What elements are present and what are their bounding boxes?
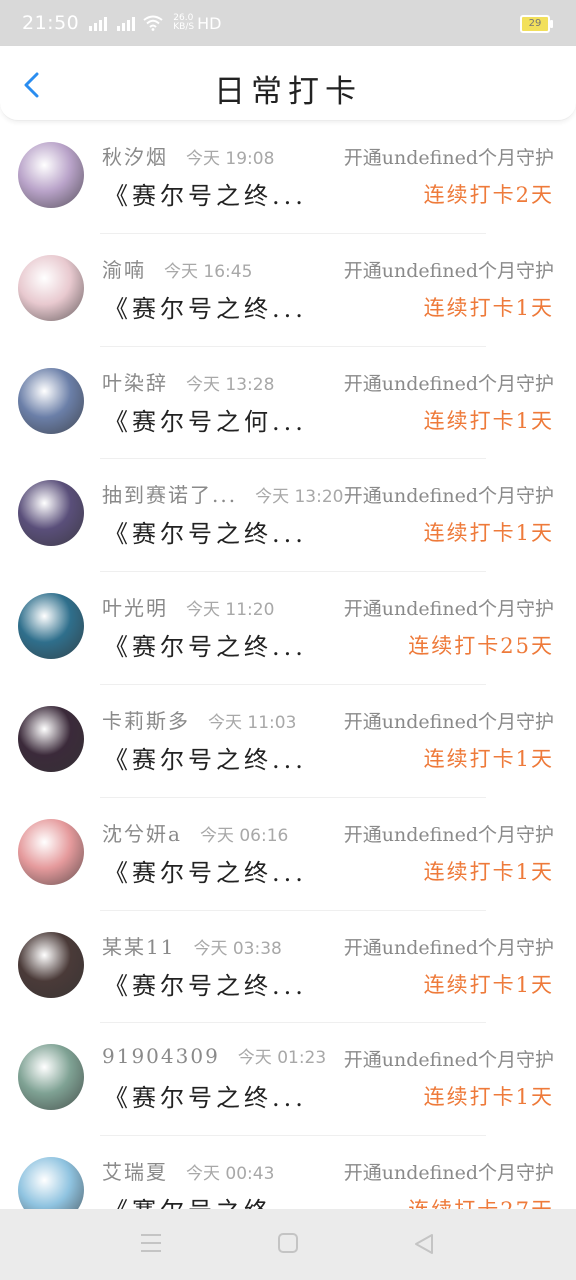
menu-icon[interactable] [140,1233,162,1253]
checkin-time: 今天 19:08 [186,149,275,169]
status-time: 21:50 [22,12,80,34]
streak-count: 连续打卡25天 [408,634,554,659]
avatar-image [18,818,84,885]
guard-text: 开通undefined个月守护 [343,710,554,733]
signal-icon-2 [117,15,136,31]
user-name: 91904309 今天 01:23 [102,1044,327,1069]
guard-text: 开通undefined个月守护 [343,1049,554,1072]
guard-text: 开通undefined个月守护 [343,372,554,395]
avatar-image [18,593,84,660]
list-item[interactable]: 艾瑞夏今天 00:43 开通undefined个月守护 《赛尔号之终... 连续… [0,1136,576,1209]
system-navigation-bar [0,1209,576,1280]
back-triangle-icon[interactable] [413,1233,435,1255]
avatar-image [18,254,84,321]
avatar[interactable] [18,1044,84,1111]
user-name: 渝喃 今天 16:45 [102,257,253,282]
checkin-subject: 《赛尔号之终... [104,182,307,210]
avatar-image [18,142,84,208]
checkin-subject: 《赛尔号之终... [104,745,307,774]
checkin-time: 今天 13:20 [255,487,344,508]
avatar-image [18,931,84,998]
streak-count: 连续打卡1天 [423,521,554,546]
avatar[interactable] [18,593,84,660]
battery-icon: 29 [520,15,553,33]
checkin-subject: 《赛尔号之终... [104,294,307,323]
list-item[interactable]: 秋汐烟 今天 19:08 开通undefined个月守护 《赛尔号之终... 连续… [0,121,576,234]
list-item[interactable]: 抽到赛诺了... 今天 13:20 开通undefined个月守护 《赛尔号之终.… [0,459,576,573]
hd-indicator: HD [197,13,222,33]
status-bar: 21:50 26.0 KB/S HD 29 [0,0,576,46]
list-item[interactable]: 沈兮妍a 今天 06:16 开通undefined个月守护 《赛尔号之终... 连… [0,798,576,911]
page-title: 日常打卡 [214,74,362,110]
guard-text: 开通undefined个月守护 [343,147,554,169]
streak-count: 连续打卡1天 [423,408,554,433]
list-item[interactable]: 叶光明 今天 11:20 开通undefined个月守护 《赛尔号之终... 连续… [0,572,576,685]
checkin-time: 今天 11:20 [186,600,275,621]
guard-text: 开通undefined个月守护 [343,485,554,508]
home-square-icon[interactable] [278,1233,298,1253]
net-speed: 26.0 KB/S [173,13,195,32]
list-item[interactable]: 渝喃 今天 16:45 开通undefined个月守护 《赛尔号之终... 连续打… [0,234,576,347]
avatar-image [18,367,84,434]
list-item[interactable]: 91904309 今天 01:23 开通undefined个月守护 《赛尔号之终.… [0,1023,576,1137]
guard-text: 开通undefined个月守护 [343,598,554,621]
avatar[interactable] [18,480,84,547]
user-name: 抽到赛诺了... 今天 13:20 [102,483,344,508]
avatar[interactable] [18,142,84,208]
signal-icon [89,15,108,31]
list-item[interactable]: 卡莉斯多 今天 11:03 开通undefined个月守护 《赛尔号之终... 连… [0,685,576,798]
streak-count: 连续打卡1天 [423,746,554,771]
list-item[interactable]: 某某11 今天 03:38 开通undefined个月守护 《赛尔号之终... 连… [0,911,576,1024]
checkin-subject: 《赛尔号之终... [104,1191,307,1209]
avatar-image [18,1044,84,1111]
guard-text: 开通undefined个月守护 [343,1162,554,1185]
checkin-time: 今天 13:28 [186,374,275,395]
checkin-subject: 《赛尔号之终... [104,1084,307,1113]
checkin-time: 今天 00:43 [186,1164,275,1185]
streak-count: 连续打卡1天 [423,972,554,997]
avatar[interactable] [18,931,84,998]
avatar-image [18,1157,84,1209]
streak-count: 连续打卡27天 [408,1194,554,1209]
wifi-icon [143,15,163,31]
user-name: 叶染辞 今天 13:28 [102,370,275,395]
streak-count: 连续打卡1天 [423,859,554,884]
avatar[interactable] [18,254,84,321]
guard-text: 开通undefined个月守护 [343,823,554,846]
checkin-time: 今天 11:03 [208,712,297,733]
streak-count: 连续打卡1天 [423,1085,554,1110]
user-name: 某某11 今天 03:38 [102,934,282,959]
checkin-subject: 《赛尔号之何... [104,407,307,436]
avatar-image [18,480,84,547]
user-name: 沈兮妍a 今天 06:16 [102,821,289,846]
checkin-time: 今天 06:16 [199,825,289,846]
checkin-time: 今天 03:38 [193,938,282,959]
checkin-subject: 《赛尔号之终... [104,633,307,662]
user-name: 卡莉斯多 今天 11:03 [102,708,297,733]
checkin-subject: 《赛尔号之终... [104,520,307,549]
avatar[interactable] [18,367,84,434]
user-name: 秋汐烟 今天 19:08 [102,145,275,169]
avatar[interactable] [18,1157,84,1209]
guard-text: 开通undefined个月守护 [343,936,554,959]
streak-count: 连续打卡2天 [423,183,554,207]
checkin-list[interactable]: 秋汐烟 今天 19:08 开通undefined个月守护 《赛尔号之终... 连续… [0,121,576,1209]
streak-count: 连续打卡1天 [423,295,554,320]
checkin-time: 今天 16:45 [164,261,253,282]
list-item[interactable]: 叶染辞 今天 13:28 开通undefined个月守护 《赛尔号之何... 连续… [0,347,576,460]
checkin-time: 今天 01:23 [237,1048,327,1069]
checkin-subject: 《赛尔号之终... [104,858,307,887]
guard-text: 开通undefined个月守护 [343,259,554,282]
header-bar: 日常打卡 [0,46,576,121]
checkin-subject: 《赛尔号之终... [104,971,307,1000]
avatar[interactable] [18,705,84,772]
avatar[interactable] [18,818,84,885]
user-name: 艾瑞夏 今天 00:43 [102,1160,275,1185]
user-name: 叶光明 今天 11:20 [102,596,275,621]
battery-level: 29 [528,18,542,29]
avatar-image [18,705,84,772]
